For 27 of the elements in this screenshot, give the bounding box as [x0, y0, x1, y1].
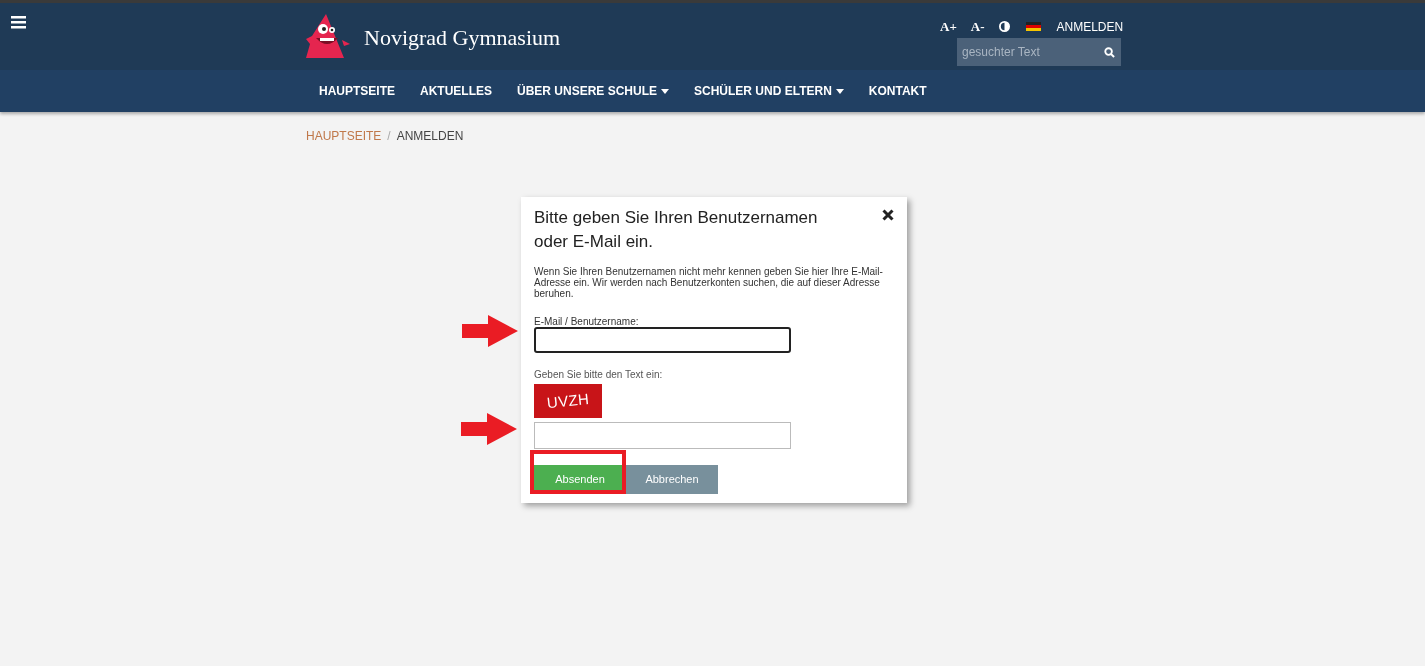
search-icon[interactable]	[1104, 47, 1115, 58]
font-size-button[interactable]: A-	[970, 17, 985, 37]
close-icon[interactable]	[882, 209, 894, 221]
nav-item[interactable]: SCHÜLER UND ELTERN	[694, 82, 832, 100]
email-field[interactable]	[534, 327, 791, 353]
menu-icon[interactable]	[11, 16, 26, 29]
field-label: Geben Sie bitte den Text ein:	[534, 369, 664, 380]
breadcrumb-separator: /	[387, 128, 391, 145]
dialog-description: Wenn Sie Ihren Benutzernamen nicht mehr kennen geben Sie hier Ihre E-Mail-Adresse ein. Wir werden nach Benutzerkonten suchen, die auf dieser Adresse beruhen.	[534, 266, 884, 299]
captcha-field[interactable]	[534, 422, 791, 449]
monster-logo-icon[interactable]	[306, 14, 350, 60]
nav-item[interactable]: ÜBER UNSERE SCHULE	[517, 82, 658, 100]
font-size-button[interactable]: A+	[940, 17, 957, 37]
nav-item[interactable]: AKTUELLES	[420, 82, 492, 100]
annotation-arrow	[461, 413, 517, 445]
contrast-icon[interactable]	[998, 21, 1010, 33]
site-title[interactable]: Novigrad Gymnasium	[364, 20, 561, 54]
login-link[interactable]: ANMELDEN	[1056, 17, 1124, 36]
german-flag-icon[interactable]	[1025, 22, 1041, 32]
field-label: E-Mail / Benutzername:	[534, 316, 640, 327]
nav-item[interactable]: KONTAKT	[868, 82, 927, 100]
annotation-arrow	[462, 315, 518, 347]
captcha-text: UVZH	[545, 388, 591, 413]
breadcrumb-current: ANMELDEN	[396, 128, 464, 145]
search-field[interactable]: gesuchter Text	[957, 38, 1121, 66]
dialog-title: Bitte geben Sie Ihren Benutzernamen oder E-Mail ein.	[534, 207, 819, 253]
nav-item[interactable]: HAUPTSEITE	[319, 82, 395, 100]
